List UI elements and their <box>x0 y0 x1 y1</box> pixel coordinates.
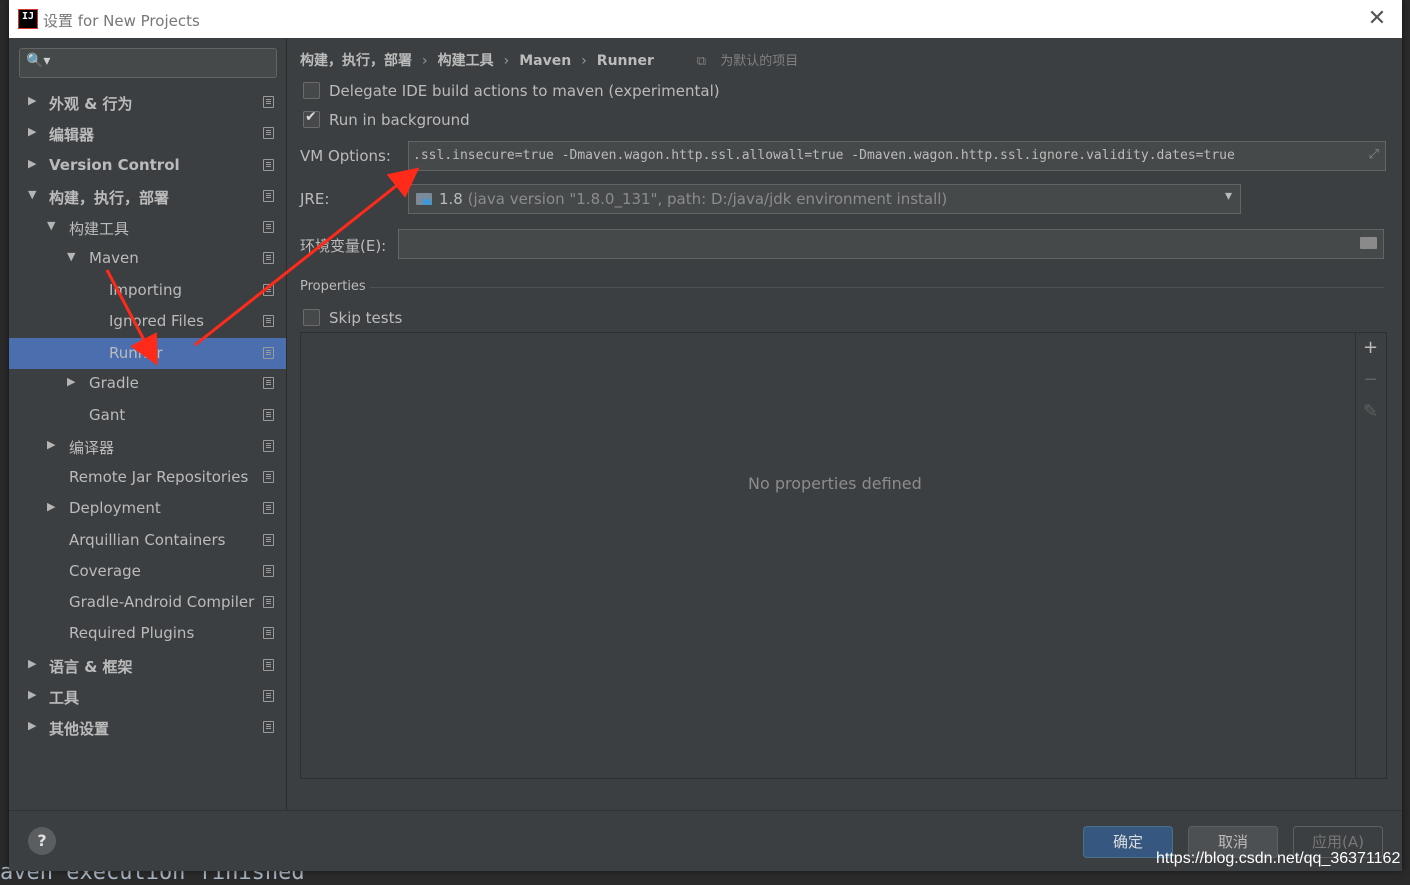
annotation-arrow-to-vm-options <box>194 167 420 347</box>
annotation-arrows <box>105 167 420 366</box>
watermark-text: https://blog.csdn.net/qq_36371162 <box>1156 850 1401 867</box>
annotation-arrow-to-runner <box>105 269 158 366</box>
